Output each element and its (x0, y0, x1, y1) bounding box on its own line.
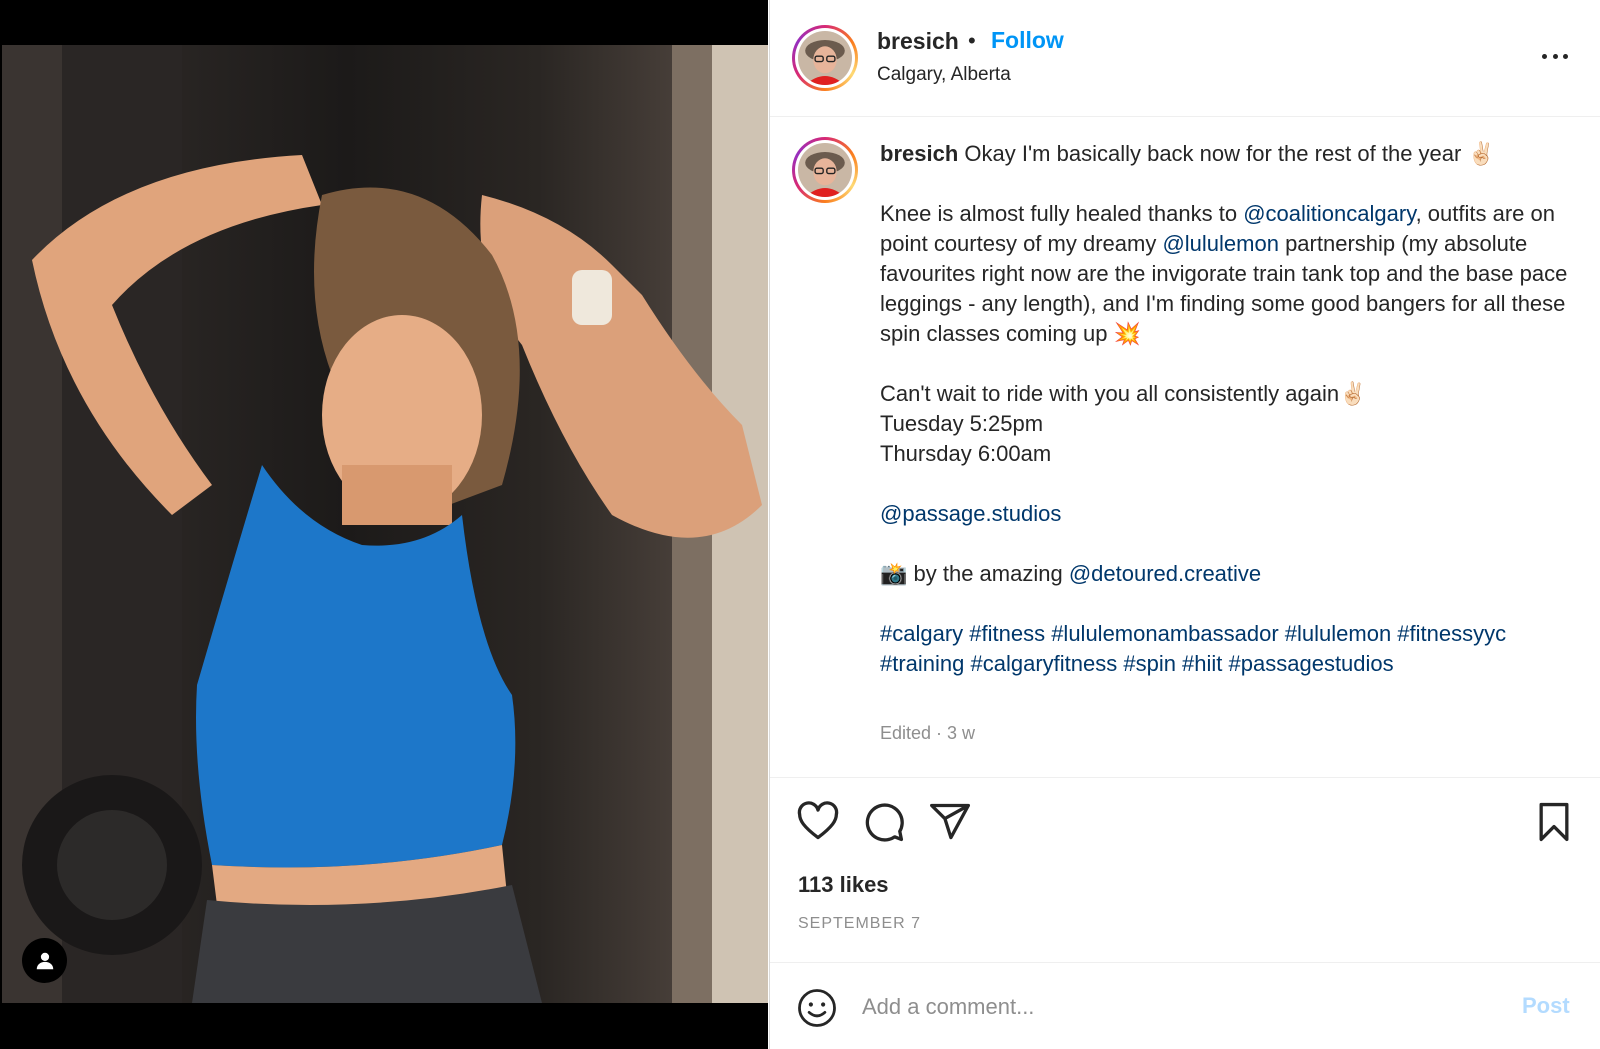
caption-text: Okay I'm basically back now for the rest… (964, 141, 1495, 166)
post-username[interactable]: bresich (877, 28, 959, 55)
hashtag-links[interactable]: #calgary #fitness #lululemonambassador #… (880, 619, 1570, 679)
mention-link[interactable]: @coalitioncalgary (1243, 201, 1415, 226)
comment-icon[interactable] (862, 800, 906, 844)
mention-link[interactable]: @passage.studios (880, 501, 1061, 526)
caption-text: Knee is almost fully healed thanks to (880, 201, 1244, 226)
caption-section: bresich Okay I'm basically back now for … (770, 117, 1600, 777)
post-header: bresich • Follow Calgary, Alberta (770, 0, 1600, 117)
avatar-image (798, 31, 852, 85)
follow-button[interactable]: Follow (991, 27, 1064, 54)
heart-icon[interactable] (796, 800, 840, 844)
photo-illustration (2, 45, 768, 1003)
caption-text: Thursday 6:00am (880, 441, 1052, 466)
post-panel: bresich • Follow Calgary, Alberta bresic… (769, 0, 1600, 1049)
avatar-image (798, 143, 852, 197)
mention-link[interactable]: @detoured.creative (1069, 561, 1261, 586)
share-icon[interactable] (928, 800, 972, 844)
caption-meta: Edited · 3 w (880, 723, 976, 743)
post-date: SEPTEMBER 7 (798, 915, 922, 932)
user-icon (36, 952, 53, 969)
action-bar: 113 likes SEPTEMBER 7 (770, 777, 1600, 962)
post-caption: bresich Okay I'm basically back now for … (880, 139, 1570, 679)
more-options-icon[interactable] (1538, 46, 1572, 66)
caption-text: Can't wait to ride with you all consiste… (880, 381, 1367, 406)
emoji-icon[interactable] (796, 987, 838, 1029)
comment-bar: Post (770, 962, 1600, 1049)
likes-count[interactable]: 113 likes (798, 872, 889, 898)
separator-dot: • (968, 28, 976, 53)
caption-username[interactable]: bresich (880, 141, 958, 166)
caption-text: Tuesday 5:25pm (880, 411, 1044, 436)
post-comment-button[interactable]: Post (1522, 993, 1570, 1019)
tagged-users-button[interactable] (22, 938, 67, 983)
mention-link[interactable]: @lululemon (1162, 231, 1279, 256)
avatar[interactable] (792, 25, 858, 91)
comment-input[interactable] (862, 985, 1462, 1029)
caption-avatar[interactable] (792, 137, 858, 203)
post-photo[interactable] (2, 45, 768, 1003)
post-media[interactable] (0, 0, 768, 1049)
bookmark-icon[interactable] (1532, 800, 1576, 844)
caption-text: 📸 by the amazing (880, 561, 1069, 586)
post-location[interactable]: Calgary, Alberta (877, 64, 1011, 86)
